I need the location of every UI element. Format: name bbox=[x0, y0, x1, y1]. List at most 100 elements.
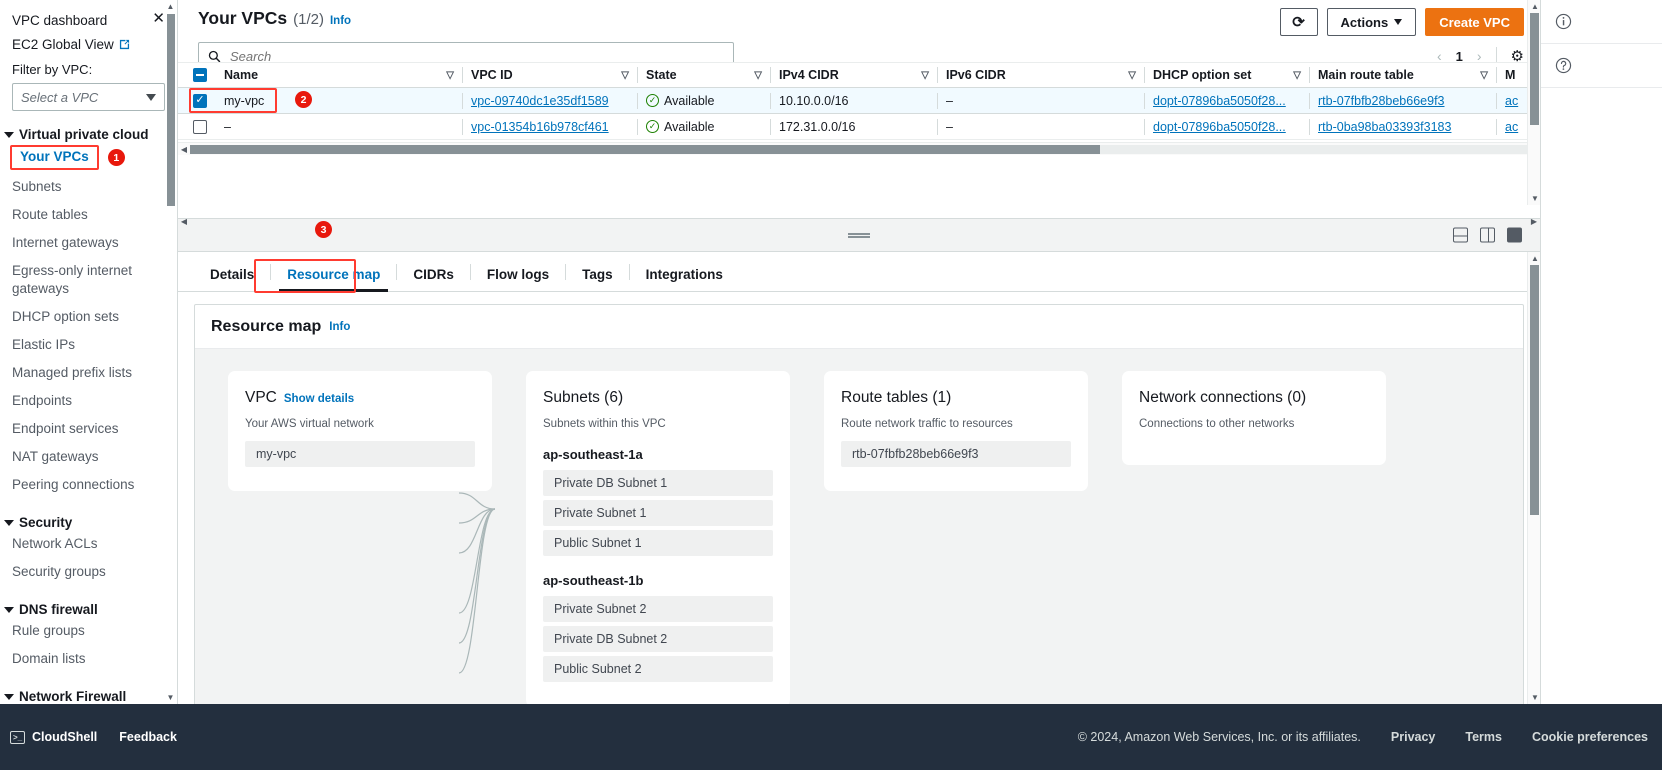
sidebar-item-endpoint-services[interactable]: Endpoint services bbox=[0, 415, 177, 443]
sidebar-item-endpoints[interactable]: Endpoints bbox=[0, 387, 177, 415]
nav-scrollbar-thumb[interactable] bbox=[167, 14, 175, 206]
feedback-link[interactable]: Feedback bbox=[119, 730, 177, 744]
scroll-thumb[interactable] bbox=[190, 144, 1100, 154]
column-header-dhcp-option-set[interactable]: DHCP option set ▽ bbox=[1145, 63, 1309, 87]
split-vertical-icon[interactable] bbox=[1480, 227, 1495, 243]
splitter-grip[interactable] bbox=[848, 232, 870, 238]
sort-icon[interactable]: ▽ bbox=[1293, 70, 1301, 81]
dhcp-option-set-link[interactable]: dopt-07896ba5050f28... bbox=[1153, 120, 1286, 134]
scroll-track[interactable] bbox=[190, 144, 1528, 154]
ec2-global-view-link[interactable]: EC2 Global View bbox=[0, 30, 177, 52]
vpc-filter-select[interactable]: Select a VPC bbox=[12, 83, 165, 111]
show-details-link[interactable]: Show details bbox=[284, 393, 354, 405]
close-icon[interactable]: ✕ bbox=[150, 11, 167, 26]
m-link[interactable]: ac bbox=[1505, 120, 1518, 134]
sidebar-item-subnets[interactable]: Subnets bbox=[0, 173, 177, 201]
nav-scroll-down-arrow[interactable]: ▼ bbox=[166, 693, 175, 702]
sort-icon[interactable]: ▽ bbox=[446, 70, 454, 81]
details-vertical-scrollbar[interactable]: ▲ ▼ bbox=[1527, 252, 1540, 704]
column-header-main-route-table[interactable]: Main route table ▽ bbox=[1310, 63, 1496, 87]
subnet-node[interactable]: Private Subnet 1 bbox=[543, 500, 773, 526]
tab-integrations[interactable]: Integrations bbox=[630, 267, 739, 291]
scroll-thumb[interactable] bbox=[1530, 265, 1539, 515]
route-table-node[interactable]: rtb-07fbfb28beb66e9f3 bbox=[841, 441, 1071, 467]
sidebar-item-rule-groups[interactable]: Rule groups bbox=[0, 617, 177, 645]
dhcp-option-set-link[interactable]: dopt-07896ba5050f28... bbox=[1153, 94, 1286, 108]
select-all-checkbox[interactable] bbox=[193, 68, 207, 82]
sidebar-item-your-vpcs[interactable]: Your VPCs bbox=[10, 145, 99, 170]
sidebar-item-managed-prefix-lists[interactable]: Managed prefix lists bbox=[0, 359, 177, 387]
terms-link[interactable]: Terms bbox=[1465, 730, 1502, 744]
scroll-up-arrow[interactable]: ▲ bbox=[1531, 254, 1539, 263]
tab-tags[interactable]: Tags bbox=[566, 267, 629, 291]
scroll-right-arrow[interactable]: ▶ bbox=[1528, 217, 1540, 226]
scroll-left-arrow[interactable]: ◀ bbox=[178, 217, 190, 226]
column-header-ipv6-cidr[interactable]: IPv6 CIDR ▽ bbox=[938, 63, 1144, 87]
refresh-button[interactable]: ⟳ bbox=[1279, 8, 1318, 36]
create-vpc-button[interactable]: Create VPC bbox=[1425, 8, 1524, 36]
info-link[interactable]: Info bbox=[329, 321, 350, 333]
scroll-thumb[interactable] bbox=[1530, 13, 1539, 125]
table-row[interactable]: ✓ my-vpc vpc-09740dc1e35df1589 ✓ Availab… bbox=[178, 88, 1540, 114]
table-row[interactable]: – vpc-01354b16b978cf461 ✓ Available 172.… bbox=[178, 114, 1540, 140]
vpc-node[interactable]: my-vpc bbox=[245, 441, 475, 467]
subnet-node[interactable]: Public Subnet 2 bbox=[543, 656, 773, 682]
sidebar-item-network-acls[interactable]: Network ACLs bbox=[0, 530, 177, 558]
scroll-down-arrow[interactable]: ▼ bbox=[1531, 693, 1539, 702]
sidebar-item-route-tables[interactable]: Route tables bbox=[0, 201, 177, 229]
sort-icon[interactable]: ▽ bbox=[754, 70, 762, 81]
list-vertical-scrollbar[interactable]: ▲ ▼ bbox=[1527, 0, 1540, 205]
sidebar-item-nat-gateways[interactable]: NAT gateways bbox=[0, 443, 177, 471]
subnet-node[interactable]: Private DB Subnet 2 bbox=[543, 626, 773, 652]
vpc-id-link[interactable]: vpc-09740dc1e35df1589 bbox=[471, 94, 609, 108]
sidebar-item-security-groups[interactable]: Security groups bbox=[0, 558, 177, 586]
row-checkbox[interactable]: ✓ bbox=[193, 93, 207, 108]
split-horizontal-icon[interactable] bbox=[1453, 227, 1468, 243]
scroll-up-arrow[interactable]: ▲ bbox=[1531, 2, 1539, 11]
sidebar-item-peering-connections[interactable]: Peering connections bbox=[0, 471, 177, 499]
sort-icon[interactable]: ▽ bbox=[621, 70, 629, 81]
scroll-down-arrow[interactable]: ▼ bbox=[1531, 194, 1539, 203]
column-header-ipv4-cidr[interactable]: IPv4 CIDR ▽ bbox=[771, 63, 937, 87]
tab-cidrs[interactable]: CIDRs bbox=[397, 267, 470, 291]
subnet-node[interactable]: Public Subnet 1 bbox=[543, 530, 773, 556]
cookie-preferences-link[interactable]: Cookie preferences bbox=[1532, 730, 1648, 744]
nav-scroll-up-arrow[interactable]: ▲ bbox=[166, 2, 175, 11]
info-link[interactable]: Info bbox=[330, 15, 351, 27]
tab-details[interactable]: Details bbox=[194, 267, 270, 291]
sidebar-item-egress-only-internet-gateways[interactable]: Egress-only internet gateways bbox=[0, 257, 177, 303]
sidebar-item-elastic-ips[interactable]: Elastic IPs bbox=[0, 331, 177, 359]
rail-info-button[interactable] bbox=[1541, 0, 1662, 44]
vpc-id-link[interactable]: vpc-01354b16b978cf461 bbox=[471, 120, 609, 134]
actions-button[interactable]: Actions bbox=[1326, 8, 1417, 36]
full-panel-icon[interactable] bbox=[1507, 227, 1522, 243]
sort-icon[interactable]: ▽ bbox=[1480, 70, 1488, 81]
subnet-node[interactable]: Private DB Subnet 1 bbox=[543, 470, 773, 496]
m-link[interactable]: ac bbox=[1505, 94, 1518, 108]
nav-section-dns-firewall[interactable]: DNS firewall bbox=[0, 602, 177, 617]
panel-splitter[interactable]: ◀ ▶ 3 bbox=[178, 215, 1540, 252]
rail-help-button[interactable] bbox=[1541, 44, 1662, 88]
privacy-link[interactable]: Privacy bbox=[1391, 730, 1435, 744]
sidebar-item-dhcp-option-sets[interactable]: DHCP option sets bbox=[0, 303, 177, 331]
sort-icon[interactable]: ▽ bbox=[1128, 70, 1136, 81]
nav-section-virtual-private-cloud[interactable]: Virtual private cloud bbox=[0, 127, 177, 142]
column-header-state[interactable]: State ▽ bbox=[638, 63, 770, 87]
column-header-vpc-id[interactable]: VPC ID ▽ bbox=[463, 63, 637, 87]
sort-icon[interactable]: ▽ bbox=[921, 70, 929, 81]
route-table-link[interactable]: rtb-0ba98ba03393f3183 bbox=[1318, 120, 1451, 134]
nav-section-security[interactable]: Security bbox=[0, 515, 177, 530]
nav-section-network-firewall[interactable]: Network Firewall bbox=[0, 689, 177, 704]
subnet-node[interactable]: Private Subnet 2 bbox=[543, 596, 773, 622]
cloudshell-button[interactable]: >_ CloudShell bbox=[10, 730, 97, 744]
tab-resource-map[interactable]: Resource map bbox=[271, 267, 396, 292]
panel-horizontal-scrollbar[interactable]: ◀ ▶ bbox=[178, 215, 1540, 227]
scroll-left-arrow[interactable]: ◀ bbox=[178, 145, 190, 154]
sidebar-item-internet-gateways[interactable]: Internet gateways bbox=[0, 229, 177, 257]
row-checkbox[interactable] bbox=[193, 119, 207, 134]
column-header-name[interactable]: Name ▽ bbox=[216, 63, 462, 87]
route-table-link[interactable]: rtb-07fbfb28beb66e9f3 bbox=[1318, 94, 1445, 108]
table-horizontal-scrollbar[interactable]: ◀ ▶ bbox=[178, 142, 1540, 155]
sidebar-item-domain-lists[interactable]: Domain lists bbox=[0, 645, 177, 673]
tab-flow-logs[interactable]: Flow logs bbox=[471, 267, 565, 291]
